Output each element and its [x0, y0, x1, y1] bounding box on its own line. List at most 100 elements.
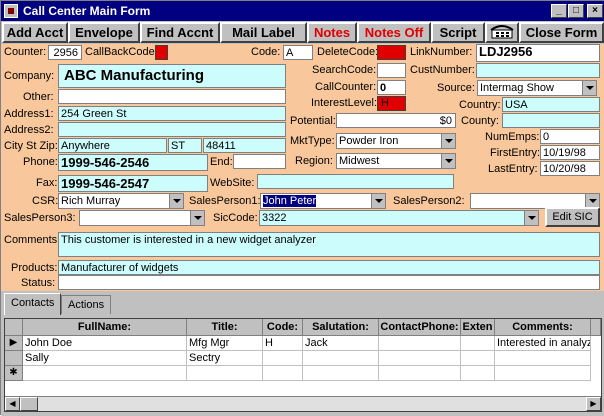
last-entry-field[interactable]: 10/20/98: [540, 161, 600, 176]
fax-field[interactable]: 1999-546-2547: [58, 175, 208, 192]
close-icon[interactable]: ×: [587, 4, 603, 18]
other-field[interactable]: [58, 89, 286, 104]
address2-label: Address2:: [4, 124, 54, 136]
num-emps-field[interactable]: 0: [540, 129, 600, 144]
maximize-icon[interactable]: □: [568, 4, 584, 18]
cell-code[interactable]: H: [263, 336, 303, 351]
chevron-down-icon[interactable]: [524, 211, 538, 225]
cell-code[interactable]: [263, 351, 303, 366]
status-field[interactable]: [58, 275, 600, 290]
state-field[interactable]: ST: [168, 138, 202, 153]
company-field[interactable]: ABC Manufacturing: [58, 64, 286, 88]
city-field[interactable]: Anywhere: [58, 138, 167, 153]
new-row-cell[interactable]: [495, 366, 591, 381]
envelope-button[interactable]: Envelope: [68, 22, 140, 43]
notes-button[interactable]: Notes: [307, 22, 357, 43]
search-code-field[interactable]: [377, 63, 406, 78]
first-entry-field[interactable]: 10/19/98: [540, 145, 600, 160]
scroll-left-icon[interactable]: ◀: [5, 397, 20, 411]
column-header-code[interactable]: Code:: [263, 319, 303, 336]
address2-field[interactable]: [58, 122, 286, 137]
website-field[interactable]: [257, 174, 454, 189]
chevron-down-icon[interactable]: [585, 194, 599, 208]
region-dropdown[interactable]: Midwest: [336, 153, 456, 169]
find-accnt-button[interactable]: Find Accnt: [140, 22, 220, 43]
salesperson3-dropdown[interactable]: [79, 210, 205, 226]
end-field[interactable]: [233, 154, 286, 169]
callback-code-field[interactable]: [155, 45, 168, 60]
scroll-right-icon[interactable]: ▶: [586, 397, 601, 411]
country-field[interactable]: USA: [502, 97, 600, 112]
new-row-cell[interactable]: [303, 366, 379, 381]
dialer-button[interactable]: [485, 22, 519, 43]
new-row-icon[interactable]: ✱: [5, 366, 23, 381]
cell-title[interactable]: Sectry: [187, 351, 263, 366]
first-entry-label: FirstEntry:: [490, 147, 541, 159]
column-header-exten[interactable]: Exten: [461, 319, 495, 336]
cell-fullname[interactable]: John Doe: [23, 336, 187, 351]
close-form-button[interactable]: Close Form: [519, 22, 604, 43]
tab-actions[interactable]: Actions: [61, 295, 112, 314]
new-row-cell[interactable]: [263, 366, 303, 381]
chevron-down-icon[interactable]: [371, 194, 385, 208]
zip-field[interactable]: 48411: [203, 138, 286, 153]
sic-code-label: SicCode:: [213, 212, 258, 224]
website-label: WebSite:: [210, 177, 255, 189]
cust-number-field[interactable]: [476, 63, 600, 78]
cell-contact-phone[interactable]: [379, 336, 461, 351]
chevron-down-icon[interactable]: [169, 194, 183, 208]
mkt-type-dropdown[interactable]: Powder Iron: [336, 133, 456, 149]
delete-code-field[interactable]: [377, 45, 406, 60]
cell-contact-phone[interactable]: [379, 351, 461, 366]
cell-salutation[interactable]: [303, 351, 379, 366]
cell-fullname[interactable]: Sally: [23, 351, 187, 366]
cell-comments[interactable]: Interested in analyz: [495, 336, 591, 351]
chevron-down-icon[interactable]: [441, 134, 455, 148]
county-field[interactable]: [502, 113, 600, 128]
phone-field[interactable]: 1999-546-2546: [58, 154, 208, 171]
new-row-cell[interactable]: [187, 366, 263, 381]
cell-title[interactable]: Mfg Mgr: [187, 336, 263, 351]
comments-field[interactable]: This customer is interested in a new wid…: [58, 232, 600, 257]
notes-off-button[interactable]: Notes Off: [357, 22, 431, 43]
scroll-thumb[interactable]: [20, 397, 38, 411]
interest-level-field[interactable]: H: [377, 96, 406, 111]
new-row-cell[interactable]: [379, 366, 461, 381]
horizontal-scrollbar[interactable]: ◀ ▶: [5, 396, 601, 411]
sic-code-dropdown[interactable]: 3322: [259, 210, 539, 226]
potential-field[interactable]: $0: [336, 113, 456, 128]
address1-field[interactable]: 254 Green St: [58, 106, 286, 121]
chevron-down-icon[interactable]: [190, 211, 204, 225]
chevron-down-icon[interactable]: [582, 81, 596, 95]
column-header-contact-phone[interactable]: ContactPhone:: [379, 319, 461, 336]
new-row-cell[interactable]: [461, 366, 495, 381]
new-row-cell[interactable]: [23, 366, 187, 381]
csr-dropdown[interactable]: Rich Murray: [58, 193, 184, 209]
add-acct-button[interactable]: Add Acct: [2, 22, 68, 43]
column-header-salutation[interactable]: Salutation:: [303, 319, 379, 336]
end-label: End:: [210, 156, 233, 168]
salesperson1-dropdown[interactable]: John Peter: [260, 193, 386, 209]
column-header-title[interactable]: Title:: [187, 319, 263, 336]
city-st-zip-label: City St Zip:: [4, 140, 58, 152]
cell-exten[interactable]: [461, 336, 495, 351]
tab-contacts[interactable]: Contacts: [4, 293, 62, 315]
cell-salutation[interactable]: Jack: [303, 336, 379, 351]
script-button[interactable]: Script: [431, 22, 485, 43]
mail-label-button[interactable]: Mail Label: [220, 22, 307, 43]
edit-sic-button[interactable]: Edit SIC: [545, 207, 600, 227]
column-header-fullname[interactable]: FullName:: [23, 319, 187, 336]
call-counter-field[interactable]: 0: [377, 80, 406, 95]
products-field[interactable]: Manufacturer of widgets: [58, 260, 600, 275]
cell-comments[interactable]: [495, 351, 591, 366]
row-selector[interactable]: [5, 351, 23, 366]
counter-field[interactable]: 2956: [48, 45, 82, 60]
code-field[interactable]: A: [283, 45, 313, 60]
link-number-field[interactable]: LDJ2956: [476, 44, 600, 62]
current-row-icon[interactable]: ▶: [5, 336, 23, 351]
source-dropdown[interactable]: Intermag Show: [477, 80, 597, 96]
cell-exten[interactable]: [461, 351, 495, 366]
chevron-down-icon[interactable]: [441, 154, 455, 168]
minimize-icon[interactable]: _: [551, 4, 567, 18]
column-header-comments[interactable]: Comments:: [495, 319, 591, 336]
